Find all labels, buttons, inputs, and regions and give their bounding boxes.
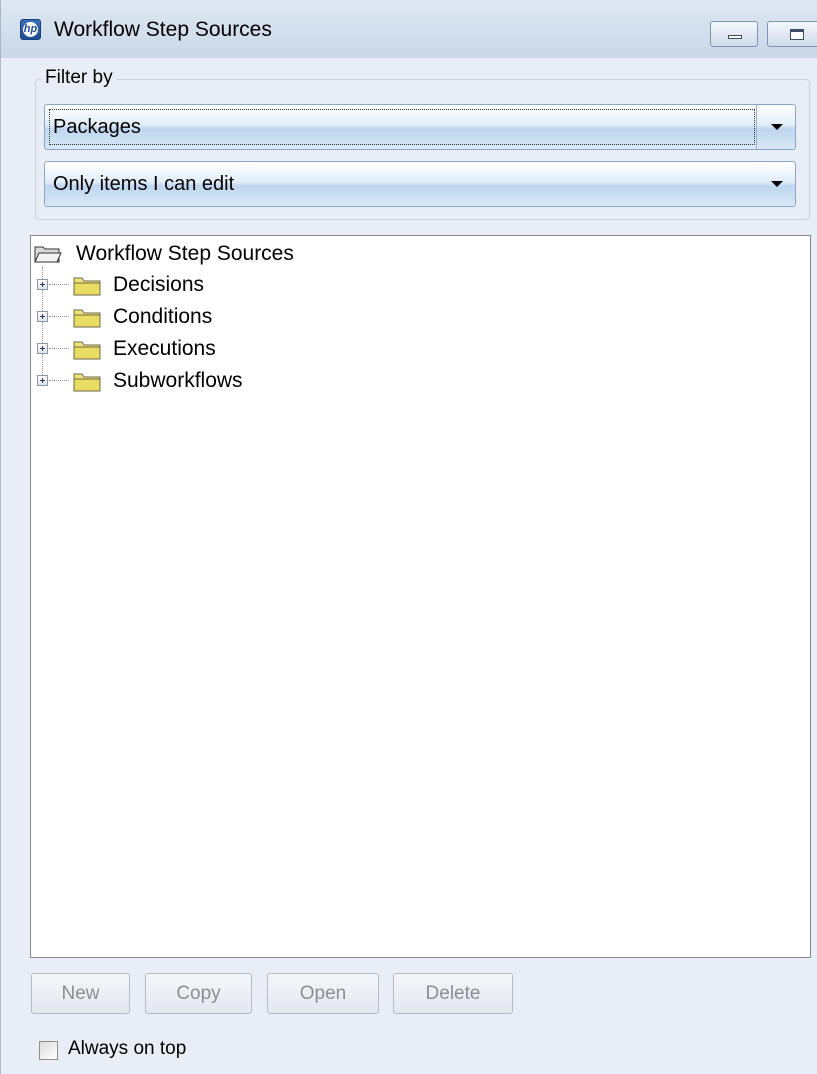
expand-icon[interactable] <box>37 279 48 290</box>
window-title: Workflow Step Sources <box>54 18 272 41</box>
dropdown-arrow-button[interactable] <box>756 105 795 149</box>
tree-node-label: Decisions <box>113 273 205 296</box>
workflow-step-sources-window: hp Workflow Step Sources Filter by Packa… <box>0 0 817 1074</box>
new-button[interactable]: New <box>31 973 130 1014</box>
minimize-icon <box>728 35 742 39</box>
tree-node-executions[interactable]: Executions <box>31 334 531 364</box>
chevron-down-icon <box>771 124 783 130</box>
delete-button[interactable]: Delete <box>393 973 513 1014</box>
tree-connector-line <box>49 284 69 285</box>
always-on-top-label[interactable]: Always on top <box>68 1037 186 1061</box>
package-type-select[interactable]: Packages <box>44 104 796 150</box>
step-sources-tree[interactable]: Workflow Step Sources Decisions Conditio… <box>30 235 811 958</box>
chevron-down-icon <box>771 181 783 187</box>
tree-connector-line <box>49 380 69 381</box>
filter-group-label: Filter by <box>42 66 116 90</box>
expand-icon[interactable] <box>37 343 48 354</box>
always-on-top-checkbox[interactable] <box>39 1041 58 1060</box>
open-folder-icon <box>34 246 62 263</box>
expand-icon[interactable] <box>37 311 48 322</box>
edit-scope-select[interactable]: Only items I can edit <box>44 161 796 207</box>
package-type-value: Packages <box>53 116 141 138</box>
folder-icon <box>73 373 101 392</box>
tree-node-subworkflows[interactable]: Subworkflows <box>31 366 531 396</box>
minimize-button[interactable] <box>710 21 758 47</box>
expand-icon[interactable] <box>37 375 48 386</box>
tree-node-label: Subworkflows <box>113 369 243 392</box>
edit-scope-value: Only items I can edit <box>53 173 235 195</box>
tree-node-conditions[interactable]: Conditions <box>31 302 531 332</box>
folder-icon <box>73 341 101 360</box>
open-button[interactable]: Open <box>267 973 379 1014</box>
tree-root-label: Workflow Step Sources <box>76 242 294 265</box>
hp-logo-icon: hp <box>20 19 41 40</box>
copy-button[interactable]: Copy <box>145 973 252 1014</box>
tree-connector-line <box>49 348 69 349</box>
tree-node-decisions[interactable]: Decisions <box>31 270 531 300</box>
folder-icon <box>73 277 101 296</box>
tree-connector-line <box>49 316 69 317</box>
maximize-button[interactable] <box>767 21 817 47</box>
focus-indicator <box>49 109 755 145</box>
maximize-icon <box>790 29 804 40</box>
tree-node-label: Executions <box>113 337 216 360</box>
tree-node-label: Conditions <box>113 305 213 328</box>
title-bar[interactable]: hp Workflow Step Sources <box>1 0 817 58</box>
dropdown-arrow-button[interactable] <box>757 162 795 206</box>
folder-icon <box>73 309 101 328</box>
